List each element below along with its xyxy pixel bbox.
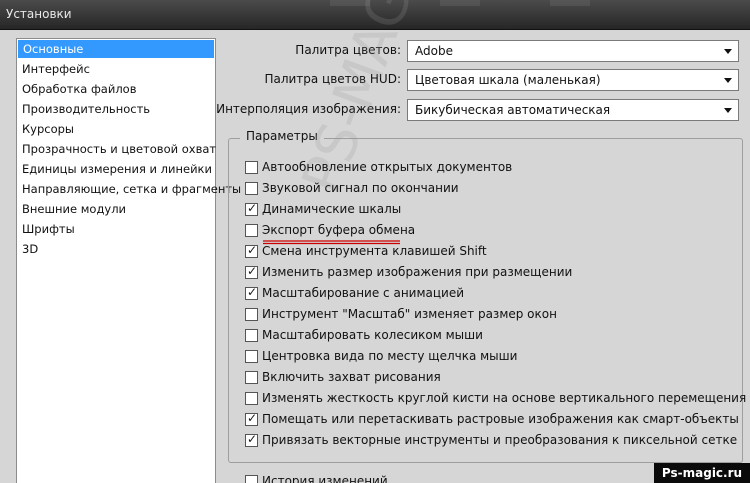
- titlebar-decoration: [330, 0, 370, 6]
- option-checkbox[interactable]: [245, 371, 258, 384]
- option-label: Звуковой сигнал по окончании: [262, 181, 459, 195]
- window-title: Установки: [6, 7, 72, 21]
- sidebar-item[interactable]: Интерфейс: [17, 59, 215, 79]
- interpolation-value: Бикубическая автоматическая: [415, 103, 611, 117]
- site-badge: Ps-magic.ru: [654, 463, 750, 483]
- sidebar-item[interactable]: Производительность: [17, 99, 215, 119]
- preferences-body: Основные Интерфейс Обработка файлов Произво…: [0, 0, 750, 483]
- chevron-down-icon: [724, 49, 732, 54]
- titlebar-decoration: [550, 0, 590, 6]
- interpolation-row: Интерполяция изображения:: [216, 99, 401, 121]
- checkmark-icon: ✓: [247, 264, 258, 278]
- checkmark-icon: ✓: [247, 285, 258, 299]
- sidebar-item[interactable]: Обработка файлов: [17, 79, 215, 99]
- option-checkbox[interactable]: [245, 161, 258, 174]
- option-checkbox[interactable]: [245, 182, 258, 195]
- color-picker-select[interactable]: Adobe: [407, 40, 739, 62]
- sidebar-item[interactable]: Направляющие, сетка и фрагменты: [17, 179, 241, 199]
- option-label: Изменять жесткость круглой кисти на осно…: [262, 391, 750, 405]
- options-group-title: Параметры: [240, 129, 324, 143]
- option-label: Центровка вида по месту щелчка мыши: [262, 349, 518, 363]
- red-underline-mark: [263, 240, 400, 245]
- option-label: Инструмент "Масштаб" изменяет размер око…: [262, 307, 557, 321]
- history-log-label: История изменений: [262, 474, 388, 483]
- interpolation-select[interactable]: Бикубическая автоматическая: [407, 99, 739, 121]
- option-label: Смена инструмента клавишей Shift: [262, 244, 487, 258]
- checkmark-icon: ✓: [247, 411, 258, 425]
- option-label: Включить захват рисования: [262, 370, 441, 384]
- option-checkbox[interactable]: ✓: [245, 432, 258, 447]
- option-label: Масштабирование с анимацией: [262, 286, 465, 300]
- hud-picker-select[interactable]: Цветовая шкала (маленькая): [407, 69, 739, 91]
- option-label: Автообновление открытых документов: [262, 160, 513, 174]
- option-checkbox[interactable]: [245, 392, 258, 405]
- option-label: Изменить размер изображения при размещен…: [262, 265, 573, 279]
- title-bar: Установки: [0, 0, 750, 30]
- option-checkbox[interactable]: ✓: [245, 411, 258, 426]
- checkmark-icon: ✓: [247, 201, 258, 215]
- color-picker-label: Палитра цветов:: [295, 43, 401, 57]
- option-label: Привязать векторные инструменты и преобр…: [262, 433, 738, 447]
- option-label: Масштабировать колесиком мыши: [262, 328, 483, 342]
- sidebar-item[interactable]: Единицы измерения и линейки: [17, 159, 215, 179]
- sidebar-item[interactable]: Основные: [18, 40, 214, 58]
- interpolation-label: Интерполяция изображения:: [216, 102, 401, 116]
- sidebar-item[interactable]: Курсоры: [17, 119, 215, 139]
- option-checkbox[interactable]: ✓: [245, 201, 258, 216]
- hud-picker-value: Цветовая шкала (маленькая): [415, 73, 601, 87]
- option-checkbox[interactable]: [245, 350, 258, 363]
- option-checkbox[interactable]: [245, 329, 258, 342]
- option-checkbox[interactable]: ✓: [245, 243, 258, 258]
- checkmark-icon: ✓: [247, 432, 258, 446]
- color-picker-row: Палитра цветов:: [218, 40, 401, 62]
- history-log-checkbox[interactable]: [245, 475, 258, 483]
- sidebar-item[interactable]: Внешние модули: [17, 199, 215, 219]
- sidebar-category-list: Основные Интерфейс Обработка файлов Произво…: [16, 38, 241, 483]
- option-checkbox[interactable]: [245, 308, 258, 321]
- sidebar-item[interactable]: Шрифты: [17, 219, 215, 239]
- sidebar-item[interactable]: 3D: [17, 239, 215, 259]
- titlebar-decoration: [440, 0, 480, 6]
- option-checkbox[interactable]: ✓: [245, 285, 258, 300]
- option-checkbox[interactable]: ✓: [245, 264, 258, 279]
- hud-picker-row: Палитра цветов HUD:: [218, 69, 401, 91]
- chevron-down-icon: [724, 108, 732, 113]
- option-label: Помещать или перетаскивать растровые изо…: [262, 412, 739, 426]
- checkmark-icon: ✓: [247, 243, 258, 257]
- option-checkbox[interactable]: [245, 224, 258, 237]
- option-label: Экспорт буфера обмена: [262, 223, 416, 237]
- color-picker-value: Adobe: [415, 44, 453, 58]
- chevron-down-icon: [724, 78, 732, 83]
- option-label: Динамические шкалы: [262, 202, 402, 216]
- sidebar-item[interactable]: Прозрачность и цветовой охват: [17, 139, 216, 159]
- hud-picker-label: Палитра цветов HUD:: [264, 72, 401, 86]
